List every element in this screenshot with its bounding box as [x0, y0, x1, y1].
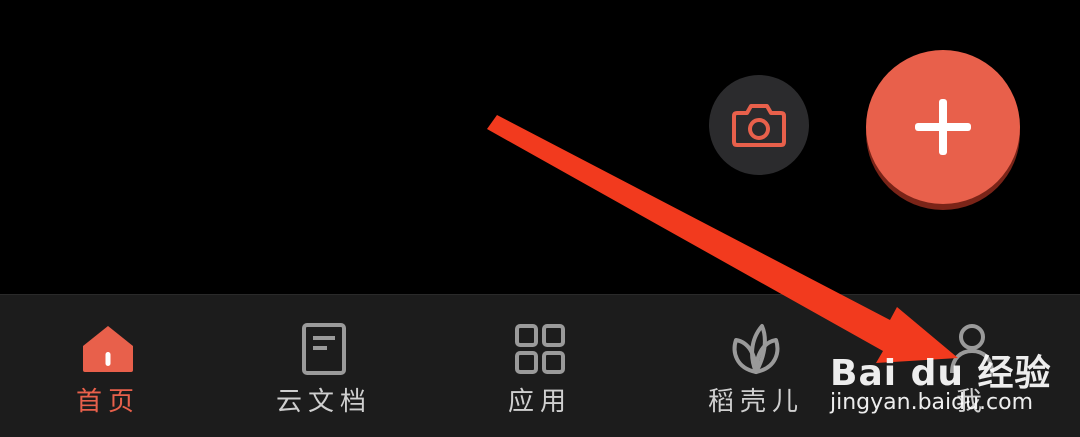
tab-docer-label: 稻壳儿: [707, 387, 804, 417]
plus-icon: [915, 99, 971, 155]
user-icon: [942, 319, 1002, 379]
app-screen: 首页 云文档 应用 稻壳儿 我 Bai du 经验 jingyan.baidu.…: [0, 0, 1080, 437]
tab-apps[interactable]: 应用: [432, 295, 648, 437]
tab-home-label: 首页: [75, 387, 140, 417]
tab-cloud-docs-label: 云文档: [275, 387, 372, 417]
tab-docer[interactable]: 稻壳儿: [648, 295, 864, 437]
bottom-tab-bar: 首页 云文档 应用 稻壳儿 我: [0, 294, 1080, 437]
tab-home[interactable]: 首页: [0, 295, 216, 437]
camera-scan-button[interactable]: [709, 75, 809, 175]
document-icon: [294, 319, 354, 379]
tab-cloud-docs[interactable]: 云文档: [216, 295, 432, 437]
home-icon: [78, 319, 138, 379]
tab-apps-label: 应用: [507, 387, 572, 417]
add-new-button[interactable]: [866, 50, 1020, 204]
tab-me[interactable]: 我: [864, 295, 1080, 437]
camera-icon: [732, 104, 786, 147]
grid-icon: [510, 319, 570, 379]
leaf-icon: [726, 319, 786, 379]
tab-me-label: 我: [955, 387, 988, 417]
